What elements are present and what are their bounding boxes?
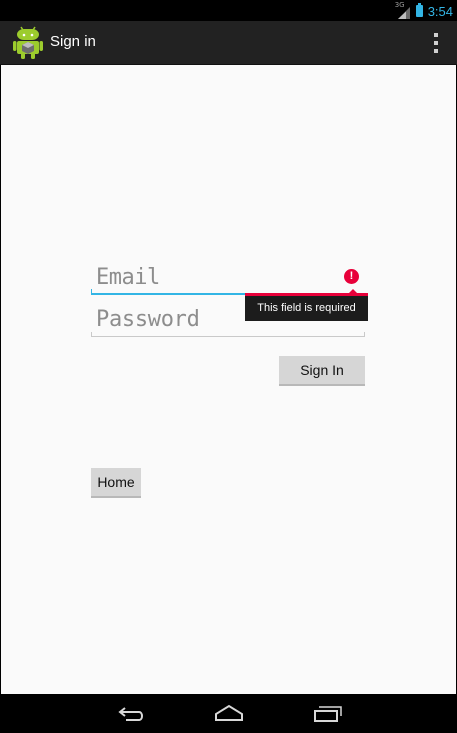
content-area [1, 65, 456, 694]
password-underline-tick-right [364, 332, 365, 337]
menu-dot [434, 49, 438, 53]
error-popup-arrow [348, 289, 358, 294]
menu-dot [434, 41, 438, 45]
network-type-label: 3G [394, 1, 405, 9]
error-icon[interactable]: ! [344, 269, 359, 284]
error-message: This field is required [245, 296, 368, 321]
sign-in-button[interactable]: Sign In [279, 356, 365, 386]
email-field[interactable]: Email [91, 263, 365, 295]
password-placeholder: Password [96, 307, 200, 332]
home-icon[interactable] [209, 700, 249, 726]
page-title: Sign in [50, 33, 96, 50]
password-underline [91, 336, 365, 337]
back-icon[interactable] [112, 700, 152, 726]
overflow-menu-icon[interactable] [433, 33, 439, 53]
clock: 3:54 [427, 3, 453, 19]
email-placeholder: Email [96, 265, 160, 290]
status-indicators: 3G 3:54 [394, 1, 453, 19]
status-bar: 3G 3:54 [0, 0, 457, 21]
home-button[interactable]: Home [91, 468, 141, 498]
error-popup: This field is required [245, 289, 368, 321]
recents-icon[interactable] [307, 700, 347, 726]
email-underline-tick [91, 289, 92, 295]
android-robot-icon[interactable] [13, 26, 43, 60]
password-underline-tick-left [91, 332, 92, 337]
menu-dot [434, 33, 438, 37]
signal-icon: 3G [394, 1, 411, 19]
navigation-bar [0, 694, 457, 733]
action-bar: Sign in [0, 21, 457, 65]
battery-icon [415, 3, 423, 17]
